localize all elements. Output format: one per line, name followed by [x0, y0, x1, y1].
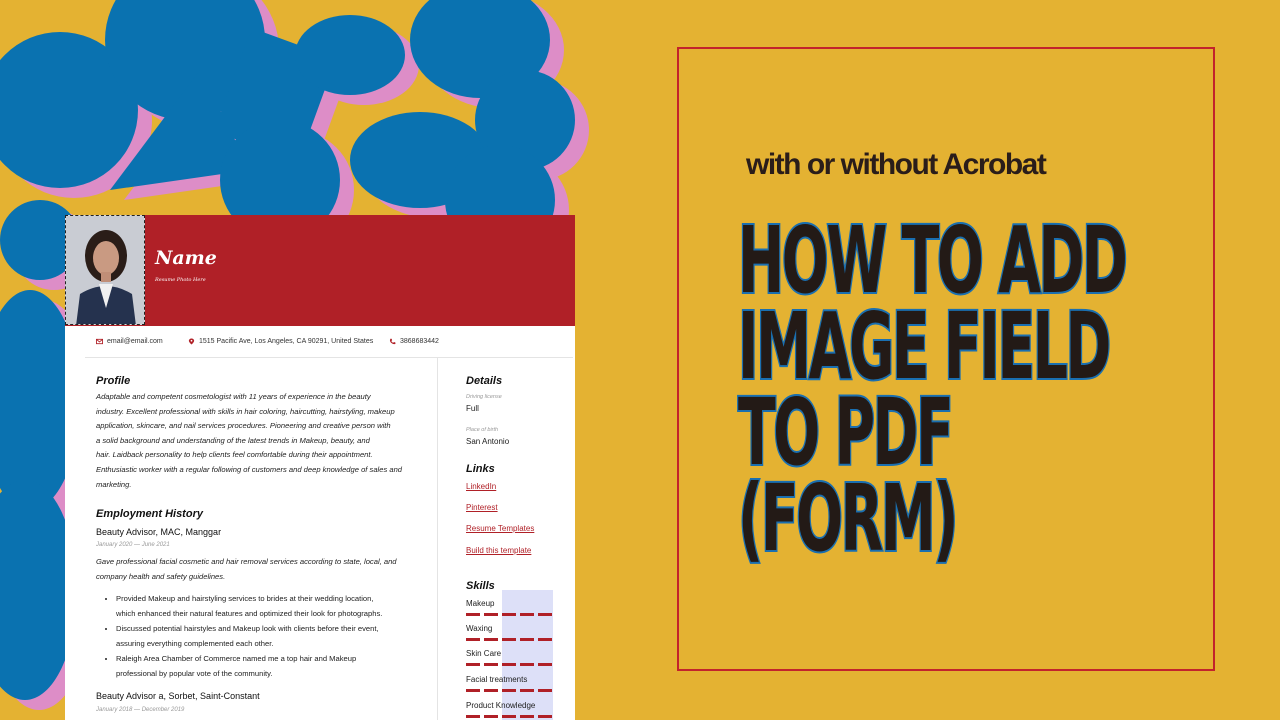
headline-line: TO PDF — [737, 379, 955, 486]
envelope-icon — [96, 338, 103, 345]
skill-level-bar — [466, 715, 553, 718]
profile-heading: Profile — [96, 375, 131, 387]
job-dates: January 2020 — June 2021 — [96, 542, 170, 548]
skills-heading: Skills — [466, 580, 495, 592]
job-title: Beauty Advisor, MAC, Manggar — [96, 527, 222, 537]
detail-label: Place of birth — [466, 427, 499, 433]
resume-name: Name — [155, 247, 217, 269]
link-pinterest[interactable]: Pinterest — [466, 503, 498, 512]
detail-value: Full — [466, 404, 479, 413]
detail-value: San Antonio — [466, 437, 510, 446]
subtitle: with or without Acrobat — [746, 148, 1047, 181]
headline-line: (FORM) — [737, 465, 960, 572]
resume-photo-field[interactable] — [65, 215, 145, 325]
detail-label: Driving license — [466, 394, 502, 400]
skill-label: Facial treatments — [466, 675, 528, 684]
job-title: Beauty Advisor a, Sorbet, Saint-Constant — [96, 691, 260, 701]
profile-line: Adaptable and competent cosmetologist wi… — [96, 392, 371, 401]
profile-text: Adaptable and competent cosmetologist wi… — [96, 390, 426, 492]
link-build-template[interactable]: Build this template — [466, 546, 531, 555]
job-bullet-list: Provided Makeup and hairstyling services… — [96, 591, 436, 681]
resume-photo-hint: Resume Photo Here — [155, 277, 206, 283]
links-heading: Links — [466, 463, 495, 475]
details-heading: Details — [466, 375, 503, 387]
job-description-line: company health and safety guidelines. — [96, 571, 226, 581]
job-description: Gave professional facial cosmetic and ha… — [96, 555, 426, 584]
bullet-line: Discussed potential hairstyles and Makeu… — [116, 624, 379, 633]
skill-level-bar — [466, 638, 553, 641]
profile-line: industry. Excellent professional with sk… — [96, 406, 395, 416]
profile-line: a solid background and understanding of … — [96, 435, 370, 445]
link-linkedin[interactable]: LinkedIn — [466, 482, 496, 491]
resume-preview: Name Resume Photo Here email@email.com 1… — [65, 215, 575, 720]
headline-line: IMAGE FIELD — [737, 293, 1113, 400]
skill-label: Product Knowledge — [466, 701, 536, 710]
address-text: 1515 Pacific Ave, Los Angeles, CA 90291,… — [199, 338, 374, 345]
phone-icon — [389, 338, 396, 345]
location-pin-icon — [188, 338, 195, 345]
list-item: Raleigh Area Chamber of Commerce named m… — [116, 651, 436, 681]
bullet-line: Provided Makeup and hairstyling services… — [116, 594, 374, 603]
list-item: Provided Makeup and hairstyling services… — [116, 591, 436, 621]
contact-phone: 3868683442 — [389, 338, 439, 345]
portrait-photo — [66, 216, 144, 324]
skill-label: Waxing — [466, 624, 493, 633]
job-dates: January 2018 — December 2019 — [96, 707, 185, 713]
link-resume-templates[interactable]: Resume Templates — [466, 524, 534, 533]
bullet-line: Raleigh Area Chamber of Commerce named m… — [116, 654, 357, 663]
list-item: Discussed potential hairstyles and Makeu… — [116, 621, 436, 651]
profile-line: Enthusiastic worker with a regular follo… — [96, 464, 403, 474]
bullet-line: assuring everything complemented each ot… — [116, 639, 274, 648]
skill-level-bar — [466, 689, 553, 692]
contact-address: 1515 Pacific Ave, Los Angeles, CA 90291,… — [188, 338, 373, 345]
job-description-line: Gave professional facial cosmetic and ha… — [96, 557, 397, 566]
headline-line: HOW TO ADD — [737, 207, 1129, 314]
skill-label: Makeup — [466, 599, 495, 608]
contact-divider — [85, 357, 573, 358]
column-divider — [437, 358, 438, 720]
resume-header: Name Resume Photo Here — [65, 215, 575, 326]
profile-line: hair. Laidback personality to help clien… — [96, 450, 373, 460]
contact-email: email@email.com — [96, 338, 163, 345]
skill-level-bar — [466, 663, 553, 666]
bullet-line: professional by popular vote of the comm… — [116, 669, 273, 678]
employment-heading: Employment History — [96, 508, 203, 520]
skill-level-bar — [466, 613, 553, 616]
phone-text: 3868683442 — [400, 338, 439, 345]
profile-line: marketing. — [96, 479, 132, 489]
email-text: email@email.com — [107, 338, 163, 345]
headline: HOW TO ADD IMAGE FIELD TO PDF (FORM) — [737, 207, 1280, 572]
bullet-line: which enhanced their natural features an… — [116, 609, 383, 618]
skill-label: Skin Care — [466, 649, 502, 658]
profile-line: application, skincare, and nail services… — [96, 421, 391, 431]
